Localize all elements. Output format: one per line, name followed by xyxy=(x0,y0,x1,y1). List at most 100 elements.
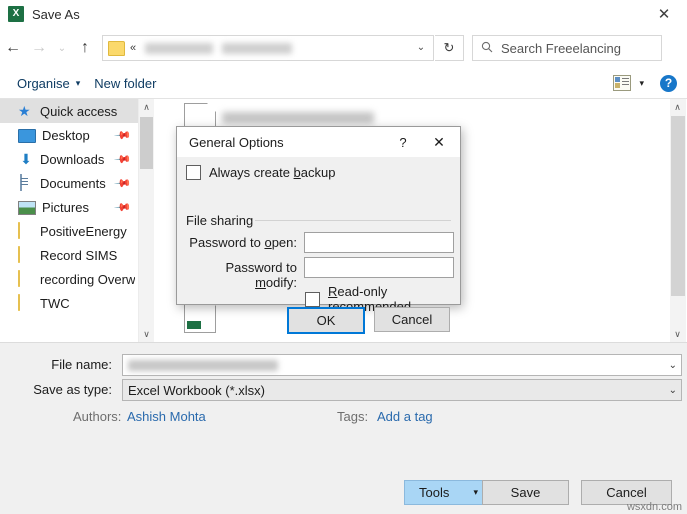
pin-icon[interactable]: 📌 xyxy=(114,174,133,192)
sidebar-item-documents[interactable]: Documents 📌 xyxy=(0,171,138,195)
save-as-type-select[interactable]: Excel Workbook (*.xlsx) ⌄ xyxy=(122,379,682,401)
sidebar-item-pictures[interactable]: Pictures 📌 xyxy=(0,195,138,219)
sidebar-item-label: Desktop xyxy=(42,127,90,143)
sidebar-item-label: recording Overw xyxy=(40,271,136,287)
forward-button[interactable]: → xyxy=(26,34,52,62)
tools-label: Tools xyxy=(419,485,450,500)
sidebar-item-quick-access[interactable]: ★ Quick access xyxy=(0,99,138,123)
pin-icon[interactable]: 📌 xyxy=(114,198,133,216)
authors-value[interactable]: Ashish Mohta xyxy=(127,409,206,424)
save-form: File name: ⌄ Save as type: Excel Workboo… xyxy=(0,343,687,514)
address-bar[interactable]: « ⌄ xyxy=(102,35,434,61)
desktop-icon xyxy=(18,129,36,143)
chevron-down-icon[interactable]: ⌄ xyxy=(411,36,431,58)
sidebar-item-recording-overw[interactable]: recording Overw xyxy=(0,267,138,291)
refresh-icon[interactable]: ↻ xyxy=(435,35,464,61)
search-input[interactable]: Search Freeelancing xyxy=(472,35,662,61)
file-sharing-label: File sharing xyxy=(186,213,259,228)
watermark: wsxdn.com xyxy=(626,501,682,513)
always-create-backup-checkbox[interactable]: Always create backup xyxy=(186,165,335,180)
file-list-scrollbar[interactable]: ∧ ∨ xyxy=(670,99,686,342)
sidebar-item-desktop[interactable]: Desktop 📌 xyxy=(0,123,138,147)
help-icon[interactable]: ? xyxy=(392,131,414,153)
sidebar-item-label: Downloads xyxy=(40,151,105,167)
dialog-title-bar: General Options ? ✕ xyxy=(177,127,460,157)
organise-label: Organise xyxy=(17,75,70,91)
folder-icon xyxy=(108,40,125,56)
scroll-up-icon[interactable]: ∧ xyxy=(139,99,154,115)
password-to-open-label: Password to open: xyxy=(189,235,297,250)
chevron-down-icon: ▾ xyxy=(473,487,478,497)
change-view-icon[interactable] xyxy=(613,75,632,91)
checkbox-box[interactable] xyxy=(186,165,201,180)
password-to-modify-input[interactable] xyxy=(304,257,454,278)
organise-button[interactable]: Organise ▾ xyxy=(10,72,87,94)
window-title: Save As xyxy=(32,6,80,22)
tags-label: Tags: xyxy=(337,409,369,424)
divider xyxy=(255,220,451,221)
breadcrumb-overflow-icon[interactable]: « xyxy=(130,42,136,54)
new-folder-button[interactable]: New folder xyxy=(87,72,163,94)
save-as-dialog-window: Save As ✕ ← → ⌄ ↑ « ⌄ ↻ Search Freeelanc… xyxy=(0,0,687,514)
command-bar: Organise ▾ New folder ▾ ? xyxy=(0,68,687,99)
dialog-title: General Options xyxy=(189,134,284,150)
navigation-pane: ★ Quick access Desktop 📌 ⬇ Downloads 📌 D… xyxy=(0,99,138,342)
dialog-body: Always create backup File sharing Passwo… xyxy=(177,157,460,334)
sidebar-item-label: Record SIMS xyxy=(40,247,118,263)
pin-icon[interactable]: 📌 xyxy=(114,126,133,144)
close-icon[interactable]: ✕ xyxy=(426,131,452,153)
folder-icon xyxy=(18,294,34,311)
always-create-backup-label: Always create backup xyxy=(209,165,336,180)
up-button[interactable]: ↑ xyxy=(72,34,98,62)
star-icon: ★ xyxy=(18,103,31,119)
recent-locations-button[interactable]: ⌄ xyxy=(52,34,72,62)
save-button[interactable]: Save xyxy=(482,480,569,505)
password-to-modify-label: Password to modify: xyxy=(225,260,297,290)
close-icon[interactable]: ✕ xyxy=(647,2,681,26)
file-name-label: File name: xyxy=(51,357,112,372)
chevron-down-icon[interactable]: ⌄ xyxy=(669,385,677,396)
document-icon xyxy=(18,174,34,191)
sidebar-item-twc[interactable]: TWC xyxy=(0,291,138,315)
file-name-redacted xyxy=(222,112,374,124)
checkbox-box[interactable] xyxy=(305,291,320,307)
sidebar-scrollbar[interactable]: ∧ ∨ xyxy=(138,99,154,342)
sidebar-item-downloads[interactable]: ⬇ Downloads 📌 xyxy=(0,147,138,171)
search-icon xyxy=(481,41,493,56)
save-as-type-value: Excel Workbook (*.xlsx) xyxy=(128,382,266,398)
dialog-cancel-button[interactable]: Cancel xyxy=(374,307,450,332)
search-placeholder: Search Freeelancing xyxy=(501,40,621,56)
excel-icon xyxy=(8,6,24,22)
sidebar-item-label: Pictures xyxy=(42,199,89,215)
scroll-down-icon[interactable]: ∨ xyxy=(670,326,685,342)
dialog-ok-button[interactable]: OK xyxy=(287,307,365,334)
scroll-up-icon[interactable]: ∧ xyxy=(670,99,685,115)
view-lines-icon xyxy=(622,78,630,88)
authors-label: Authors: xyxy=(73,409,122,424)
scrollbar-thumb[interactable] xyxy=(140,117,153,169)
sidebar-item-label: Documents xyxy=(40,175,106,191)
file-name-input[interactable]: ⌄ xyxy=(122,354,682,376)
navigation-bar: ← → ⌄ ↑ « ⌄ ↻ Search Freeelancing xyxy=(0,28,687,68)
pin-icon[interactable]: 📌 xyxy=(114,150,133,168)
chevron-down-icon: ▾ xyxy=(75,77,81,88)
picture-icon xyxy=(18,201,36,215)
add-tag-link[interactable]: Add a tag xyxy=(377,409,433,424)
scrollbar-thumb[interactable] xyxy=(671,116,685,296)
download-icon: ⬇ xyxy=(20,151,32,167)
sidebar-item-record-sims[interactable]: Record SIMS xyxy=(0,243,138,267)
breadcrumb-segment[interactable] xyxy=(222,42,293,54)
sidebar-item-label: TWC xyxy=(40,295,70,311)
tools-button[interactable]: Tools ▾ xyxy=(404,480,489,505)
chevron-down-icon[interactable]: ⌄ xyxy=(669,360,677,371)
folder-icon xyxy=(18,270,34,287)
view-dropdown-icon[interactable]: ▾ xyxy=(639,78,644,89)
help-icon[interactable]: ? xyxy=(660,74,677,92)
password-to-open-input[interactable] xyxy=(304,232,454,253)
sidebar-item-positiveenergy[interactable]: PositiveEnergy xyxy=(0,219,138,243)
save-as-type-label: Save as type: xyxy=(33,382,112,397)
scroll-down-icon[interactable]: ∨ xyxy=(139,326,154,342)
breadcrumb-segment[interactable] xyxy=(145,42,214,54)
command-bar-right: ▾ ? xyxy=(613,74,677,92)
back-button[interactable]: ← xyxy=(0,34,26,62)
